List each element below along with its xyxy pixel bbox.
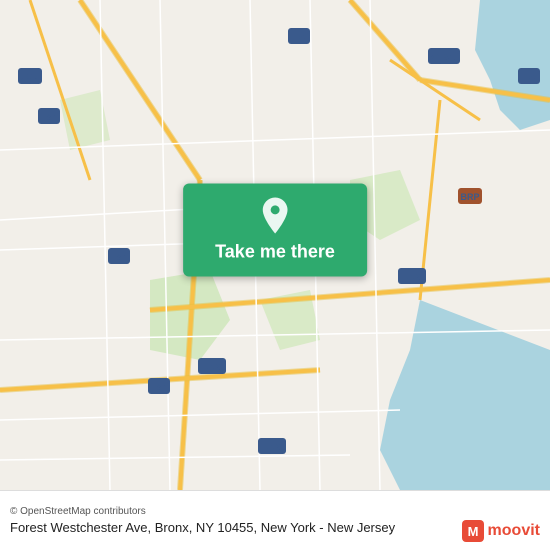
svg-text:I 95: I 95 <box>521 72 536 82</box>
svg-text:I 87: I 87 <box>151 382 166 392</box>
moovit-logo: M moovit <box>462 520 540 542</box>
map-container: US 9 I 87 I 87 I 87 I 95 I 95 NY 895 BRP… <box>0 0 550 490</box>
svg-text:I 278: I 278 <box>202 362 222 372</box>
svg-text:M: M <box>467 524 478 539</box>
take-me-there-label: Take me there <box>215 242 335 263</box>
svg-text:I 95: I 95 <box>291 32 306 42</box>
footer: © OpenStreetMap contributors Forest West… <box>0 490 550 550</box>
location-pin-icon <box>261 198 289 234</box>
svg-text:I 87: I 87 <box>41 112 56 122</box>
svg-text:I 278: I 278 <box>402 272 422 282</box>
svg-text:I 278: I 278 <box>262 442 282 452</box>
svg-text:NY 895: NY 895 <box>429 52 459 62</box>
osm-attribution: © OpenStreetMap contributors <box>10 506 540 517</box>
address-line: Forest Westchester Ave, Bronx, NY 10455,… <box>10 520 540 535</box>
moovit-brand-name: moovit <box>488 522 540 540</box>
svg-text:I 87: I 87 <box>111 252 126 262</box>
svg-text:BRP: BRP <box>460 192 479 202</box>
take-me-there-button[interactable]: Take me there <box>183 184 367 277</box>
moovit-icon: M <box>462 520 484 542</box>
svg-text:US 9: US 9 <box>20 72 40 82</box>
